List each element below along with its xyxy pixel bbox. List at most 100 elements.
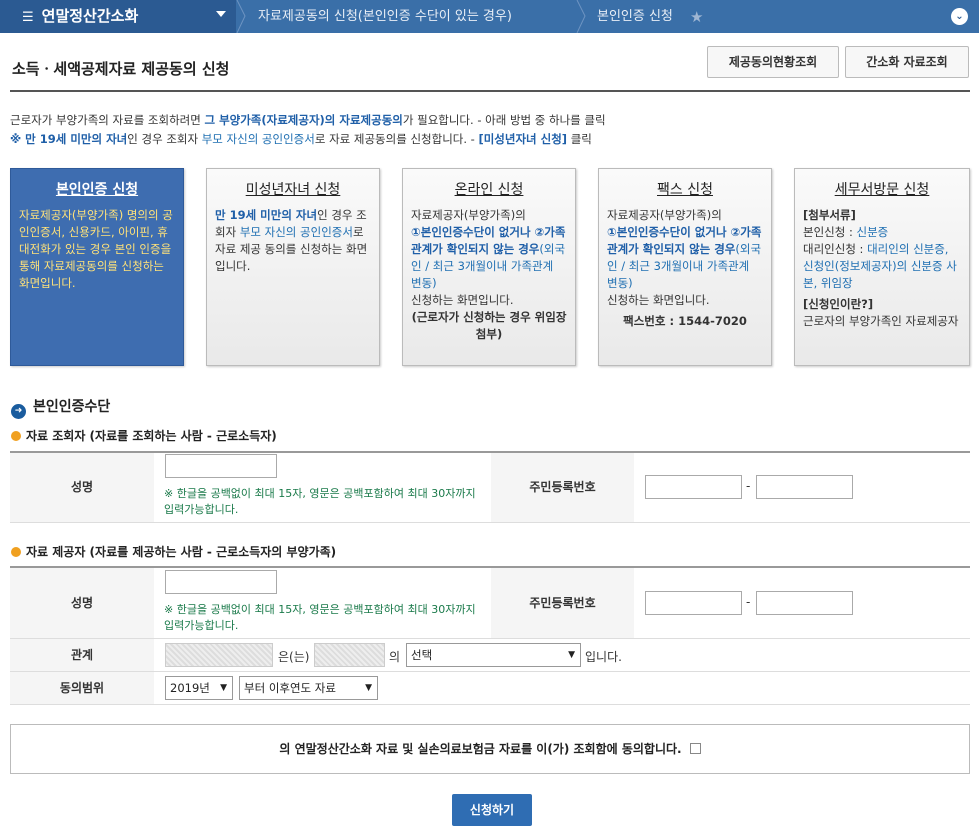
provider-rrn-front-input[interactable] [645,591,742,615]
intro-text: 가 필요합니다. - 아래 방법 중 하나를 클릭 [402,113,606,127]
viewer-title: 자료 조회자 (자료를 조회하는 사람 - 근로소득자) [11,427,277,444]
card-note: (근로자가 신청하는 경우 위임장 첨부) [411,310,567,341]
rrn-label: 주민등록번호 [491,568,634,638]
dash: - [746,479,751,493]
arrow-right-icon: ➜ [11,404,26,419]
card-text: 신청하는 화면입니다. [411,293,514,307]
relation-viewer-input [165,643,273,667]
provider-name-input[interactable] [165,570,277,594]
table-top-border [10,451,970,453]
card-minor-child[interactable]: 미성년자녀 신청 만 19세 미만의 자녀인 경우 조회자 부모 자신의 공인인… [206,168,380,366]
chevron-down-icon[interactable]: ⌄ [951,8,968,25]
rrn-label: 주민등록번호 [491,453,634,522]
section-title-label: 본인인증수단 [33,399,111,415]
relation-select[interactable]: 선택 ▼ [406,643,581,667]
breadcrumb-current: 본인인증 신청 [597,9,673,24]
agreement-box: 의 연말정산간소화 자료 및 실손의료보험금 자료를 이(가) 조회함에 동의합… [10,724,970,774]
table-top-border [10,566,970,568]
card-title: 본인인증 신청 [55,182,139,198]
breadcrumb-item[interactable]: 자료제공동의 신청(본인인증 수단이 있는 경우) [258,0,512,33]
card-text: 대리인신청 : [803,242,868,256]
name-note: ※ 한글을 공백없이 최대 15자, 영문은 공백포함하여 최대 30자까지 입… [164,603,476,632]
card-highlight: 만 19세 미만의 자녀 [215,208,318,222]
scope-label: 동의범위 [10,672,154,704]
simple-data-lookup-button[interactable]: 간소화 자료조회 [845,46,969,78]
scope-year-select[interactable]: 2019년 ▼ [165,676,233,700]
status-lookup-button[interactable]: 제공동의현황조회 [707,46,839,78]
top-nav-bar: ☰ 연말정산간소화 자료제공동의 신청(본인인증 수단이 있는 경우) 본인인증 … [0,0,979,33]
card-self-auth[interactable]: 본인인증 신청 자료제공자(부양가족) 명의의 공인인증서, 신용카드, 아이핀… [10,168,184,366]
chevron-down-icon[interactable] [216,11,226,17]
menu-title[interactable]: ☰ 연말정산간소화 [0,0,236,33]
submit-button[interactable]: 신청하기 [452,794,532,826]
card-title: 세무서방문 신청 [834,182,930,198]
card-text: 자료제공자(부양가족)의 [411,208,526,222]
bullet-icon [11,431,21,441]
card-subtitle: [첨부서류] [803,208,856,222]
dropdown-arrow-icon: ▼ [568,650,575,660]
relation-select-value: 선택 [411,648,433,662]
viewer-rrn-front-input[interactable] [645,475,742,499]
card-text: 자료제공자(부양가족)의 [607,208,722,222]
divider [10,90,970,92]
menu-title-label: 연말정산간소화 [41,7,139,25]
provider-title-label: 자료 제공자 (자료를 제공하는 사람 - 근로소득자의 부양가족) [26,545,337,559]
provider-rrn-back-input[interactable] [756,591,853,615]
card-title: 팩스 신청 [657,182,713,198]
table-border [10,522,970,523]
fax-number: 팩스번호 : 1544-7020 [623,314,747,328]
card-title: 온라인 신청 [454,182,524,198]
table-border [10,638,970,639]
relation-text: 은(는) [278,650,310,664]
viewer-rrn-back-input[interactable] [756,475,853,499]
card-body: 만 19세 미만의 자녀인 경우 조회자 부모 자신의 공인인증서로 자료 제공… [215,207,371,275]
card-fax[interactable]: 팩스 신청 자료제공자(부양가족)의 ①본인인증수단이 없거나 ②가족관계가 확인… [598,168,772,366]
name-label: 성명 [10,453,154,522]
card-body: 자료제공자(부양가족)의 ①본인인증수단이 없거나 ②가족관계가 확인되지 않는 … [607,207,763,330]
name-note: ※ 한글을 공백없이 최대 15자, 영문은 공백포함하여 최대 30자까지 입… [164,487,476,516]
intro-text: 인 경우 조회자 [127,132,202,146]
relation-text: 의 [389,650,401,664]
dash: - [746,595,751,609]
card-title: 미성년자녀 신청 [245,182,341,198]
scope-range-select[interactable]: 부터 이후연도 자료 ▼ [239,676,378,700]
relation-provider-input [314,643,385,667]
card-body: 자료제공자(부양가족) 명의의 공인인증서, 신용카드, 아이핀, 휴대전화가 … [19,208,173,290]
hamburger-icon[interactable]: ☰ [22,1,34,34]
card-body: 자료제공자(부양가족)의 ①본인인증수단이 없거나 ②가족관계가 확인되지 않는 … [411,207,567,343]
breadcrumb-separator [576,0,586,33]
intro-highlight: [미성년자녀 신청] [478,132,568,146]
card-highlight: 부모 자신의 공인인증서 [239,225,353,239]
card-text: 본인신청 : [803,225,857,239]
provider-title: 자료 제공자 (자료를 제공하는 사람 - 근로소득자의 부양가족) [11,543,336,560]
card-tax-office[interactable]: 세무서방문 신청 [첨부서류] 본인신청 : 신분증 대리인신청 : 대리인의 신분… [794,168,970,366]
viewer-name-input[interactable] [165,454,277,478]
intro-line-2: ※ 만 19세 미만의 자녀인 경우 조회자 부모 자신의 공인인증서로 자료 … [10,131,592,147]
breadcrumb-separator [236,0,246,33]
agreement-checkbox[interactable] [689,743,701,754]
card-online[interactable]: 온라인 신청 자료제공자(부양가족)의 ①본인인증수단이 없거나 ②가족관계가 확… [402,168,576,366]
card-text: 신청하는 화면입니다. [607,293,710,307]
intro-highlight: 부모 자신의 공인인증서 [201,132,315,146]
dropdown-arrow-icon: ▼ [220,683,227,693]
scope-year-value: 2019년 [170,681,210,695]
dropdown-arrow-icon: ▼ [365,683,372,693]
intro-highlight: 그 부양가족(자료제공자)의 자료제공동의 [204,113,403,127]
table-border [10,704,970,705]
intro-text: 클릭 [567,132,592,146]
name-label: 성명 [10,568,154,638]
agreement-text: 의 연말정산간소화 자료 및 실손의료보험금 자료를 이(가) 조회함에 동의합… [279,742,682,756]
relation-label: 관계 [10,639,154,671]
card-text: 근로자의 부양가족인 자료제공자 [803,314,959,328]
section-title: ➜ 본인인증수단 [11,396,110,419]
intro-text: 로 자료 제공동의를 신청합니다. - [314,132,479,146]
card-highlight: 신분증 [856,225,889,239]
table-border [10,671,970,672]
intro-text: 근로자가 부양가족의 자료를 조회하려면 [10,113,205,127]
page-title: 소득ㆍ세액공제자료 제공동의 신청 [12,60,230,78]
scope-range-value: 부터 이후연도 자료 [244,681,336,695]
star-icon[interactable]: ★ [690,8,703,26]
relation-end-text: 입니다. [585,650,622,664]
viewer-title-label: 자료 조회자 (자료를 조회하는 사람 - 근로소득자) [26,429,277,443]
card-body: [첨부서류] 본인신청 : 신분증 대리인신청 : 대리인의 신분증, 신청인(정보… [803,207,961,330]
